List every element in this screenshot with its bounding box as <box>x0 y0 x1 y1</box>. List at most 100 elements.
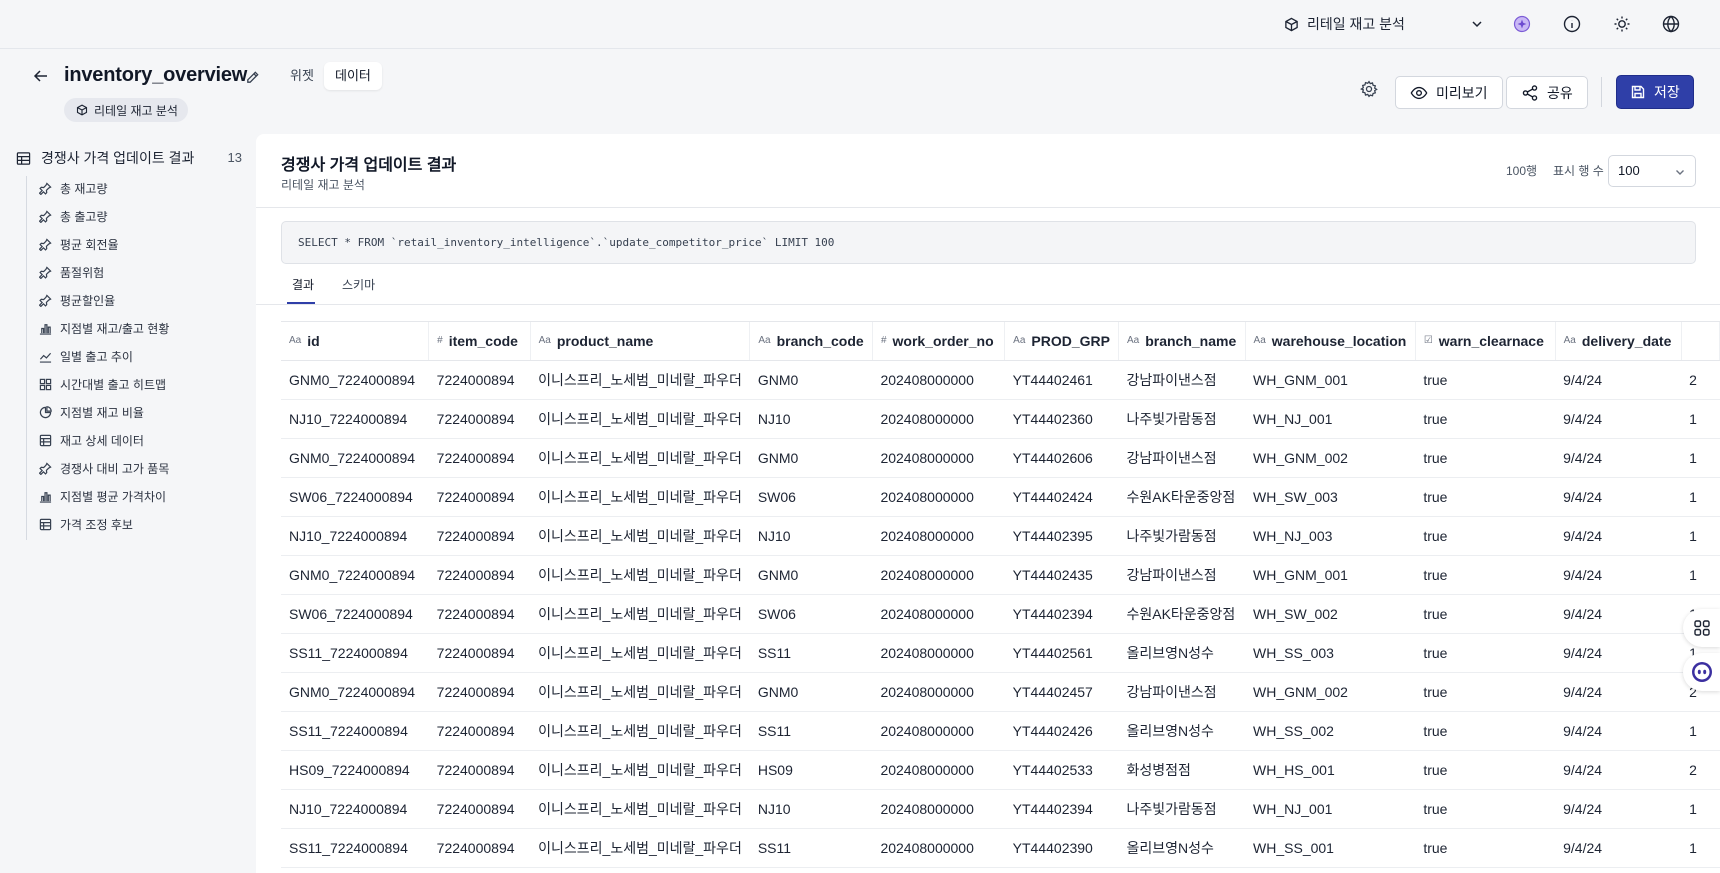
table-cell: YT44402606 <box>1004 438 1119 478</box>
table-row[interactable]: SW06_7224000894 7224000894 이니스프리_노세범_미네랄_파… <box>281 594 1720 634</box>
save-button[interactable]: 저장 <box>1616 75 1694 109</box>
sidebar-item-branch-price-gap[interactable]: 지점별 평균 가격차이 <box>39 485 166 507</box>
column-header-content: # item_code <box>437 333 521 349</box>
tab-schema[interactable]: 스키마 <box>342 276 375 293</box>
column-header-label: work_order_no <box>892 332 994 349</box>
sidebar-item-avg-discount[interactable]: 평균할인율 <box>39 289 115 311</box>
column-header-label: delivery_date <box>1581 332 1672 349</box>
table-cell: 강남파이낸스점 <box>1118 438 1246 478</box>
table-row[interactable]: GNM0_7224000894 7224000894 이니스프리_노세범_미네랄_파… <box>281 672 1720 712</box>
page-title: inventory_overview <box>64 64 248 86</box>
column-header[interactable]: # work_order_no <box>872 322 1006 361</box>
bar-chart-icon <box>39 322 52 335</box>
table-cell: true <box>1415 516 1556 556</box>
assistant-bot-icon[interactable] <box>1683 653 1720 691</box>
table-cell: 9/4/24 <box>1555 750 1682 790</box>
table-row[interactable]: SS11_7224000894 7224000894 이니스프리_노세범_미네랄_파… <box>281 633 1720 673</box>
table-row[interactable]: NJ10_7224000894 7224000894 이니스프리_노세범_미네랄_파… <box>281 789 1720 829</box>
table-cell: 9/4/24 <box>1555 516 1682 556</box>
info-icon[interactable] <box>1561 13 1583 35</box>
sidebar-dataset-header[interactable]: 경쟁사 가격 업데이트 결과 13 <box>16 146 242 170</box>
results-table-container[interactable]: Aa id # item_code Aa product_name Aa branch_cod… <box>281 321 1720 873</box>
share-button[interactable]: 공유 <box>1506 76 1588 109</box>
sql-query-box[interactable]: SELECT * FROM `retail_inventory_intellig… <box>281 221 1696 264</box>
bar-chart-icon <box>39 490 52 503</box>
sidebar-item-hourly-heatmap[interactable]: 시간대별 출고 히트맵 <box>39 373 166 395</box>
table-cell: YT44402533 <box>1004 750 1119 790</box>
sidebar-item-branch-stock-ratio[interactable]: 지점별 재고 비율 <box>39 401 144 423</box>
table-cell: 1 <box>1681 555 1720 595</box>
table-row[interactable]: SS11_7224000894 7224000894 이니스프리_노세범_미네랄_파… <box>281 711 1720 751</box>
table-cell: SW06 <box>749 477 873 517</box>
column-header[interactable] <box>1681 322 1720 361</box>
table-cell: 202408000000 <box>872 360 1005 400</box>
table-cell: 202408000000 <box>872 828 1005 868</box>
rows-per-page-select[interactable]: 100 <box>1608 155 1696 187</box>
column-header[interactable]: Aa delivery_date <box>1555 322 1682 361</box>
save-disk-icon <box>1630 84 1646 100</box>
sidebar-item-high-price-items[interactable]: 경쟁사 대비 고가 품목 <box>39 457 169 479</box>
table-row[interactable]: SW06_7224000894 7224000894 이니스프리_노세범_미네랄_파… <box>281 477 1720 517</box>
column-header[interactable]: ☑ warn_clearnace <box>1415 322 1556 361</box>
table-row[interactable]: SS11_7224000894 7224000894 이니스프리_노세범_미네랄_파… <box>281 828 1720 868</box>
table-row[interactable]: NJ10_7224000894 7224000894 이니스프리_노세범_미네랄_파… <box>281 399 1720 439</box>
column-header[interactable]: # item_code <box>428 322 531 361</box>
column-header[interactable]: Aa branch_name <box>1118 322 1246 361</box>
sidebar-item-stockout-risk[interactable]: 품절위험 <box>39 261 104 283</box>
globe-icon[interactable] <box>1660 13 1682 35</box>
ai-sparkle-icon[interactable] <box>1511 13 1533 35</box>
table-cell: GNM0_7224000894 <box>281 672 429 712</box>
sidebar-widget-count: 13 <box>227 150 242 165</box>
project-badge-label: 리테일 재고 분석 <box>94 103 178 118</box>
back-arrow-icon[interactable] <box>30 65 52 87</box>
column-header-content: Aa warehouse_location <box>1254 333 1407 349</box>
line-chart-icon <box>39 350 52 363</box>
table-cell: 이니스프리_노세범_미네랄_파우더 <box>530 594 750 634</box>
column-header-label: item_code <box>448 332 518 349</box>
table-row[interactable]: NJ10_7224000894 7224000894 이니스프리_노세범_미네랄_파… <box>281 516 1720 556</box>
table-row[interactable]: GNM0_7224000894 7224000894 이니스프리_노세범_미네랄_파… <box>281 555 1720 595</box>
sun-icon[interactable] <box>1611 13 1633 35</box>
table-cell: WH_HS_001 <box>1245 750 1416 790</box>
column-header-content: Aa delivery_date <box>1564 333 1673 349</box>
table-cell: GNM0 <box>749 438 873 478</box>
sidebar-item-daily-shipping-trend[interactable]: 일별 출고 추이 <box>39 345 133 367</box>
column-header[interactable]: Aa branch_code <box>749 322 873 361</box>
data-panel: 경쟁사 가격 업데이트 결과 리테일 재고 분석 100행 표시 행 수 100… <box>256 134 1720 873</box>
sidebar-item-branch-stock-status[interactable]: 지점별 재고/출고 현황 <box>39 317 169 339</box>
table-cell: 9/4/24 <box>1555 594 1682 634</box>
table-cell: 1 <box>1681 516 1720 556</box>
pencil-icon[interactable] <box>242 67 262 87</box>
sidebar-item-avg-turnover[interactable]: 평균 회전율 <box>39 233 119 255</box>
table-cell: 이니스프리_노세범_미네랄_파우더 <box>530 516 750 556</box>
column-header-content: # work_order_no <box>881 333 996 349</box>
preview-button[interactable]: 미리보기 <box>1395 76 1503 109</box>
sidebar-item-price-adjust-candidates[interactable]: 가격 조정 후보 <box>39 513 133 535</box>
tab-results[interactable]: 결과 <box>292 276 314 293</box>
column-header[interactable]: Aa id <box>281 322 430 361</box>
apps-grid-icon[interactable] <box>1683 609 1720 647</box>
table-row[interactable]: HS09_7224000894 7224000894 이니스프리_노세범_미네랄_파… <box>281 750 1720 790</box>
table-cell: YT44402457 <box>1004 672 1119 712</box>
column-header-label: warn_clearnace <box>1438 332 1544 349</box>
column-header[interactable]: Aa PROD_GRP <box>1004 322 1119 361</box>
column-header[interactable]: Aa warehouse_location <box>1245 322 1416 361</box>
eye-icon <box>1410 84 1428 102</box>
table-cell: 202408000000 <box>872 399 1005 439</box>
table-row[interactable]: GNM0_7224000894 7224000894 이니스프리_노세범_미네랄_파… <box>281 360 1720 400</box>
table-cell: WH_NJ_001 <box>1245 399 1416 439</box>
settings-gear-icon[interactable] <box>1356 76 1382 102</box>
table-row[interactable]: GNM0_7224000894 7224000894 이니스프리_노세범_미네랄_파… <box>281 438 1720 478</box>
column-header[interactable]: Aa product_name <box>530 322 751 361</box>
table-cell: 202408000000 <box>872 594 1005 634</box>
top-bar: 리테일 재고 분석 <box>0 0 1720 49</box>
sidebar-item-total-stock[interactable]: 총 재고량 <box>39 177 108 199</box>
project-selector[interactable]: 리테일 재고 분석 <box>1284 10 1484 38</box>
sidebar-item-stock-detail[interactable]: 재고 상세 데이터 <box>39 429 144 451</box>
sidebar-item-total-shipped[interactable]: 총 출고량 <box>39 205 108 227</box>
table-cell: 7224000894 <box>428 828 531 868</box>
tab-widgets[interactable]: 위젯 <box>279 62 325 90</box>
table-cell: SW06 <box>749 594 873 634</box>
table-cell: 이니스프리_노세범_미네랄_파우더 <box>530 789 750 829</box>
tab-data[interactable]: 데이터 <box>324 62 382 90</box>
